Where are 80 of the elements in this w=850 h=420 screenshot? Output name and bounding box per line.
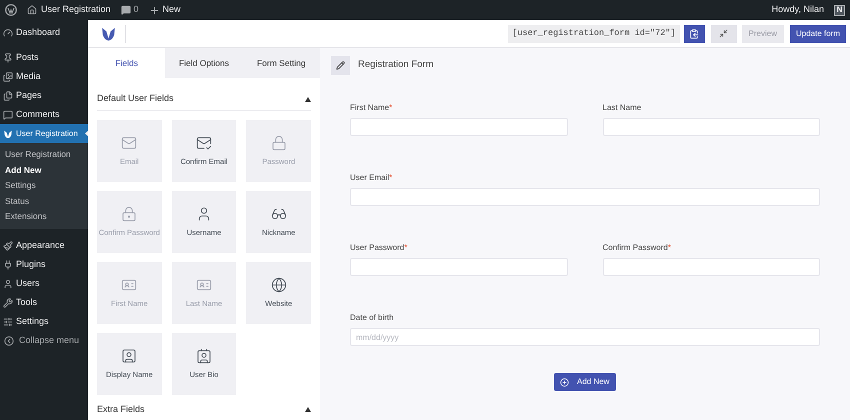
comment-icon — [3, 110, 13, 120]
submenu-item[interactable]: Extensions — [0, 209, 88, 224]
collapse-icon — [4, 336, 14, 346]
lock-icon — [270, 134, 287, 151]
required-mark: * — [389, 102, 392, 114]
images-icon — [3, 72, 13, 82]
dashboard-icon — [3, 28, 13, 38]
input-field[interactable] — [602, 118, 820, 136]
field-label: Confirm Password* — [602, 242, 672, 254]
field-label: Last Name — [602, 102, 642, 114]
panel-tab[interactable]: Field Options — [165, 48, 243, 78]
comment-icon — [120, 5, 131, 15]
comments-link[interactable]: 0 — [120, 3, 139, 17]
menu-item[interactable]: Appearance — [0, 236, 88, 256]
input-field[interactable]: mm/dd/yyyy — [350, 328, 820, 346]
field-label: Date of birth — [350, 312, 395, 324]
wrench-icon — [3, 298, 13, 308]
caret-icon[interactable] — [305, 407, 311, 412]
new-link[interactable]: New — [148, 3, 181, 17]
panel-tab[interactable]: Form Setting — [242, 48, 320, 78]
menu-item[interactable]: Posts — [0, 48, 88, 67]
field-label: User Email* — [350, 172, 394, 184]
current-pointer-icon — [85, 130, 88, 137]
avatar[interactable]: N — [834, 4, 845, 16]
contact-card-icon — [196, 348, 212, 364]
field-label: First Name* — [350, 102, 394, 114]
shortcode-field[interactable]: [user_registration_form id="72"] — [508, 24, 680, 42]
pin-icon — [3, 52, 13, 62]
submenu-item[interactable]: Add New — [0, 162, 88, 178]
pencil-icon — [336, 61, 345, 70]
copy-button[interactable] — [684, 24, 705, 42]
home-icon — [27, 5, 37, 15]
menu-item[interactable]: User Registration — [0, 124, 88, 143]
logo-icon — [3, 128, 13, 138]
wordpress-logo-icon[interactable] — [5, 4, 17, 16]
logo-icon — [100, 25, 117, 42]
portrait-icon — [121, 348, 138, 364]
required-mark: * — [389, 172, 392, 184]
menu-item[interactable]: Media — [0, 67, 88, 86]
menu-item[interactable]: Users — [0, 274, 88, 294]
menu-item[interactable]: Tools — [0, 294, 88, 312]
clipboard-icon — [689, 28, 700, 38]
edit-title-button[interactable] — [331, 56, 350, 75]
plus-circle-icon — [560, 378, 569, 386]
plug-icon — [3, 260, 13, 270]
form-title: Registration Form — [358, 58, 434, 72]
caret-icon[interactable] — [305, 96, 311, 102]
lock-icon — [121, 206, 138, 222]
submenu-item[interactable]: Status — [0, 194, 88, 209]
menu-item[interactable]: Plugins — [0, 256, 88, 274]
collapse-menu[interactable]: Collapse menu — [0, 332, 88, 350]
greeting[interactable]: Howdy, Nilan — [772, 3, 824, 17]
field-label: User Password* — [350, 242, 408, 254]
submenu-item[interactable]: Settings — [0, 178, 88, 194]
plus-icon — [148, 4, 160, 16]
input-field[interactable] — [602, 258, 820, 276]
submenu-item[interactable]: User Registration — [0, 147, 88, 162]
menu-item[interactable]: Dashboard — [0, 23, 88, 42]
collapse-arrows-icon — [719, 29, 728, 38]
add-new-button[interactable]: Add New — [554, 373, 616, 391]
update-form-button[interactable]: Update form — [790, 24, 846, 42]
envelope-check-icon — [196, 134, 212, 151]
input-field[interactable] — [350, 188, 820, 206]
pages-icon — [3, 90, 13, 100]
paintbrush-icon — [3, 241, 13, 251]
globe-icon — [270, 276, 287, 293]
menu-item[interactable]: Pages — [0, 86, 88, 105]
user-icon — [3, 279, 13, 289]
input-field[interactable] — [350, 118, 568, 136]
required-mark: * — [404, 242, 408, 254]
sliders-icon — [3, 317, 13, 327]
input-field[interactable] — [350, 258, 568, 276]
required-mark: * — [668, 242, 671, 254]
menu-item[interactable]: Comments — [0, 105, 88, 124]
site-link[interactable]: User Registration — [27, 3, 111, 17]
section-title: Extra Fields — [97, 402, 145, 416]
menu-item[interactable]: Settings — [0, 312, 88, 332]
fullscreen-button[interactable] — [710, 24, 737, 42]
envelope-icon — [121, 134, 138, 151]
section-title: Default User Fields — [97, 92, 174, 106]
